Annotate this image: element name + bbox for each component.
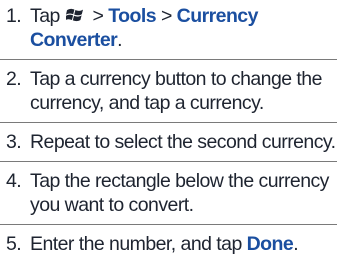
step-divider bbox=[0, 224, 337, 225]
step-divider bbox=[0, 161, 337, 162]
windows-start-icon bbox=[65, 8, 83, 22]
step-text: Repeat to select the second currency. bbox=[30, 131, 336, 153]
step-2: 2. Tap a currency button to change the c… bbox=[0, 67, 337, 115]
step-divider bbox=[0, 122, 337, 123]
step-3: 3. Repeat to select the second currency. bbox=[0, 130, 337, 154]
tools-menu-label: Tools bbox=[108, 5, 157, 27]
step-number: 3. bbox=[6, 131, 22, 153]
step-5-period: . bbox=[293, 233, 299, 255]
step-text: Tap > Tools > Currency Converter. bbox=[30, 4, 337, 52]
step-divider bbox=[0, 59, 337, 60]
step-5-prefix: Enter the number, and tap bbox=[30, 233, 242, 255]
done-button-label: Done bbox=[246, 233, 294, 255]
step-1-prefix: Tap bbox=[30, 5, 60, 27]
step-5: 5. Enter the number, and tap Done. bbox=[0, 232, 337, 256]
step-1: 1. Tap > Tools > Currency Converter. bbox=[0, 4, 337, 52]
step-number: 4. bbox=[6, 170, 22, 192]
step-text: Tap the rectangle below the currency you… bbox=[30, 170, 329, 216]
instruction-document: 1. Tap > Tools > Currency Converter. 2. … bbox=[0, 0, 337, 276]
step-text: Tap a currency button to change the curr… bbox=[30, 68, 322, 114]
step-number: 5. bbox=[6, 233, 22, 255]
step-4: 4. Tap the rectangle below the currency … bbox=[0, 169, 337, 217]
step-1-separator-2: > bbox=[160, 5, 172, 27]
step-number: 1. bbox=[6, 5, 22, 27]
steps-list: 1. Tap > Tools > Currency Converter. 2. … bbox=[0, 4, 337, 256]
step-text: Enter the number, and tap Done. bbox=[30, 232, 337, 256]
step-1-separator: > bbox=[92, 5, 104, 27]
step-number: 2. bbox=[6, 68, 22, 90]
step-1-period: . bbox=[117, 29, 123, 51]
